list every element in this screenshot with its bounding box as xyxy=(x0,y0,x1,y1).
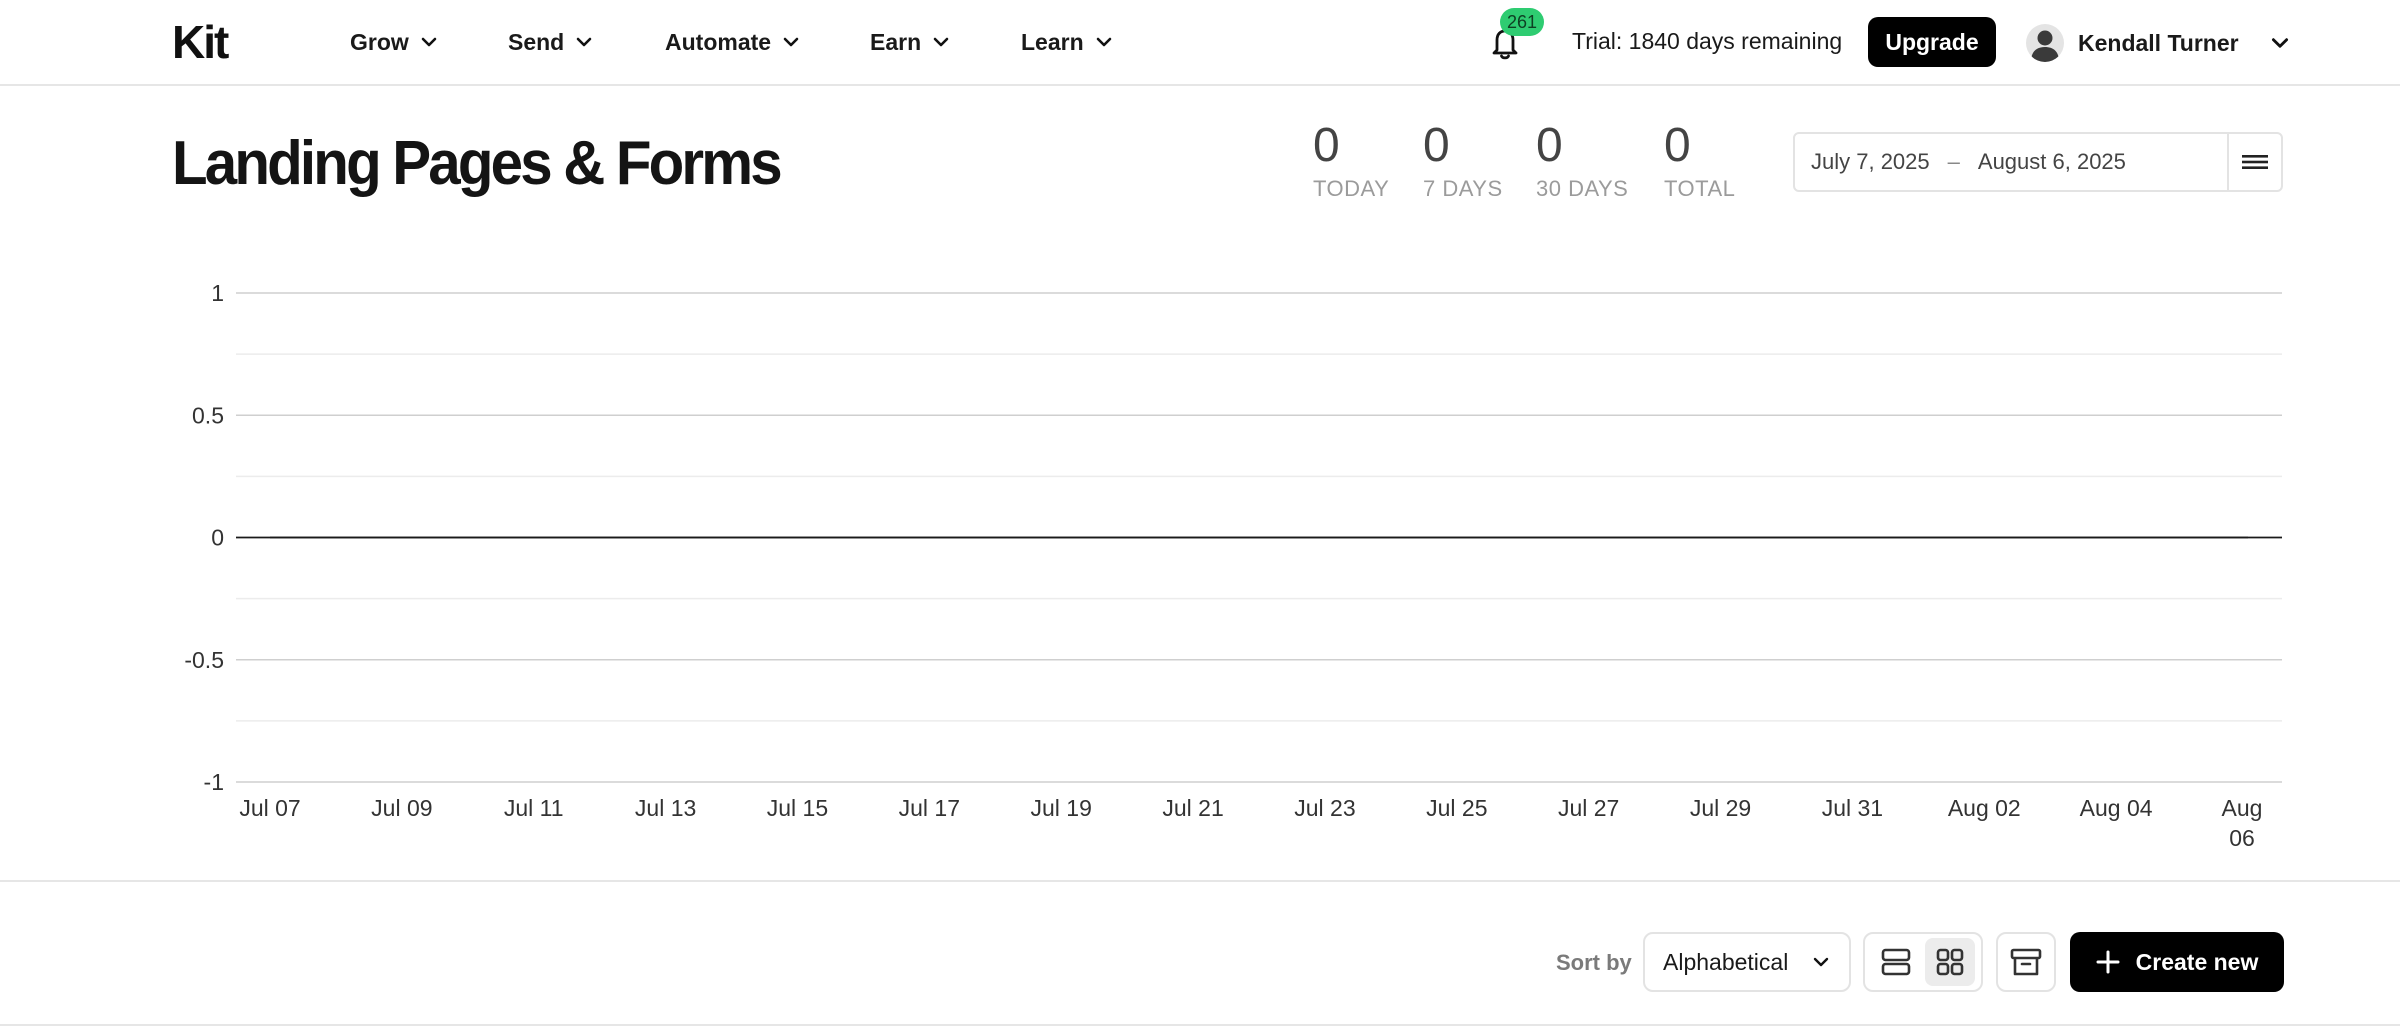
top-navigation-bar: Kit Grow Send Automate Earn Learn 261 Tr… xyxy=(0,0,2400,86)
user-menu[interactable]: Kendall Turner xyxy=(2026,22,2291,64)
sort-select[interactable]: Alphabetical xyxy=(1643,932,1851,992)
chevron-down-icon xyxy=(576,37,592,47)
x-tick-label: Jul 31 xyxy=(1822,795,1883,821)
x-tick-label: Jul 25 xyxy=(1426,795,1487,821)
x-tick-label: Aug 02 xyxy=(1948,795,2021,821)
x-tick-label: Jul 15 xyxy=(767,795,828,821)
date-range-separator: – xyxy=(1947,149,1960,174)
date-range-end: August 6, 2025 xyxy=(1977,149,2126,174)
nav-grow[interactable]: Grow xyxy=(350,24,439,60)
y-tick-label: -1 xyxy=(204,769,224,795)
stat-label: 30 DAYS xyxy=(1536,176,1629,201)
chevron-down-icon xyxy=(1813,957,1829,967)
date-range-start: July 7, 2025 xyxy=(1811,149,1930,174)
x-tick-label: Jul 09 xyxy=(371,795,432,821)
nav-earn[interactable]: Earn xyxy=(870,24,951,60)
stat-label: 7 DAYS xyxy=(1423,176,1503,201)
nav-send[interactable]: Send xyxy=(508,24,594,60)
stat-value: 0 xyxy=(1313,119,1340,172)
list-view-button[interactable] xyxy=(1871,938,1921,986)
y-tick-label: 1 xyxy=(211,280,224,306)
chevron-down-icon xyxy=(783,37,799,47)
sort-by-label: Sort by xyxy=(1556,950,1632,975)
stat-today: 0 TODAY xyxy=(1313,118,1389,202)
user-name: Kendall Turner xyxy=(2078,29,2239,56)
stat-total: 0 TOTAL xyxy=(1664,118,1735,202)
svg-text:Kit: Kit xyxy=(172,20,229,62)
create-new-button[interactable]: Create new xyxy=(2070,932,2284,992)
date-range-picker[interactable]: July 7, 2025 – August 6, 2025 xyxy=(1793,132,2283,192)
archive-icon xyxy=(2010,948,2042,976)
x-tick-label: Jul 27 xyxy=(1558,795,1619,821)
stat-value: 0 xyxy=(1664,119,1691,172)
grid-view-icon xyxy=(1936,948,1964,976)
nav-learn-label: Learn xyxy=(1021,28,1084,55)
hamburger-menu-icon xyxy=(2242,155,2268,169)
list-view-icon xyxy=(1881,948,1911,976)
nav-automate[interactable]: Automate xyxy=(665,24,801,60)
trial-status-text: Trial: 1840 days remaining xyxy=(1572,28,1843,54)
x-tick-label: Jul 21 xyxy=(1162,795,1223,821)
nav-grow-label: Grow xyxy=(350,28,409,55)
x-tick-label: Aug xyxy=(2222,795,2263,821)
nav-learn[interactable]: Learn xyxy=(1021,24,1114,60)
stat-30-days: 0 30 DAYS xyxy=(1536,118,1628,202)
x-tick-label: Jul 11 xyxy=(504,795,564,821)
y-tick-label: 0 xyxy=(211,525,224,551)
chevron-down-icon xyxy=(2271,38,2288,48)
create-new-label: Create new xyxy=(2135,948,2259,975)
nav-send-label: Send xyxy=(508,28,565,55)
stat-7-days: 0 7 DAYS xyxy=(1423,118,1503,202)
upgrade-button[interactable]: Upgrade xyxy=(1868,17,1996,67)
nav-automate-label: Automate xyxy=(665,28,772,55)
kit-logo[interactable]: Kit xyxy=(172,20,260,62)
grid-view-button[interactable] xyxy=(1925,938,1975,986)
view-mode-toggle xyxy=(1863,932,1983,992)
chevron-down-icon xyxy=(1096,37,1111,47)
x-tick-label: Aug 04 xyxy=(2080,795,2153,821)
plus-icon xyxy=(2096,950,2120,974)
x-tick-label: 06 xyxy=(2229,825,2255,851)
y-tick-label: -0.5 xyxy=(184,647,224,673)
x-tick-label: Jul 23 xyxy=(1294,795,1355,821)
page-title: Landing Pages & Forms xyxy=(172,129,783,198)
y-tick-label: 0.5 xyxy=(192,402,224,428)
stat-label: TODAY xyxy=(1313,176,1390,201)
notification-count-badge: 261 xyxy=(1500,8,1544,36)
archive-button[interactable] xyxy=(1996,932,2056,992)
section-divider xyxy=(0,880,2400,882)
date-range-menu-button[interactable] xyxy=(2227,134,2281,190)
x-tick-label: Jul 19 xyxy=(1031,795,1092,821)
x-tick-label: Jul 17 xyxy=(899,795,960,821)
user-avatar-icon xyxy=(2031,30,2059,62)
x-tick-label: Jul 07 xyxy=(239,795,300,821)
section-divider xyxy=(0,1024,2400,1026)
sort-select-value: Alphabetical xyxy=(1663,948,1789,975)
date-range-values[interactable]: July 7, 2025 – August 6, 2025 xyxy=(1795,134,2227,190)
stat-label: TOTAL xyxy=(1664,176,1736,201)
avatar xyxy=(2026,24,2064,62)
x-tick-label: Jul 29 xyxy=(1690,795,1751,821)
x-tick-label: Jul 13 xyxy=(635,795,696,821)
stat-value: 0 xyxy=(1423,119,1450,172)
nav-earn-label: Earn xyxy=(870,28,922,55)
chevron-down-icon xyxy=(933,37,949,47)
stat-value: 0 xyxy=(1536,119,1563,172)
chevron-down-icon xyxy=(421,37,437,47)
